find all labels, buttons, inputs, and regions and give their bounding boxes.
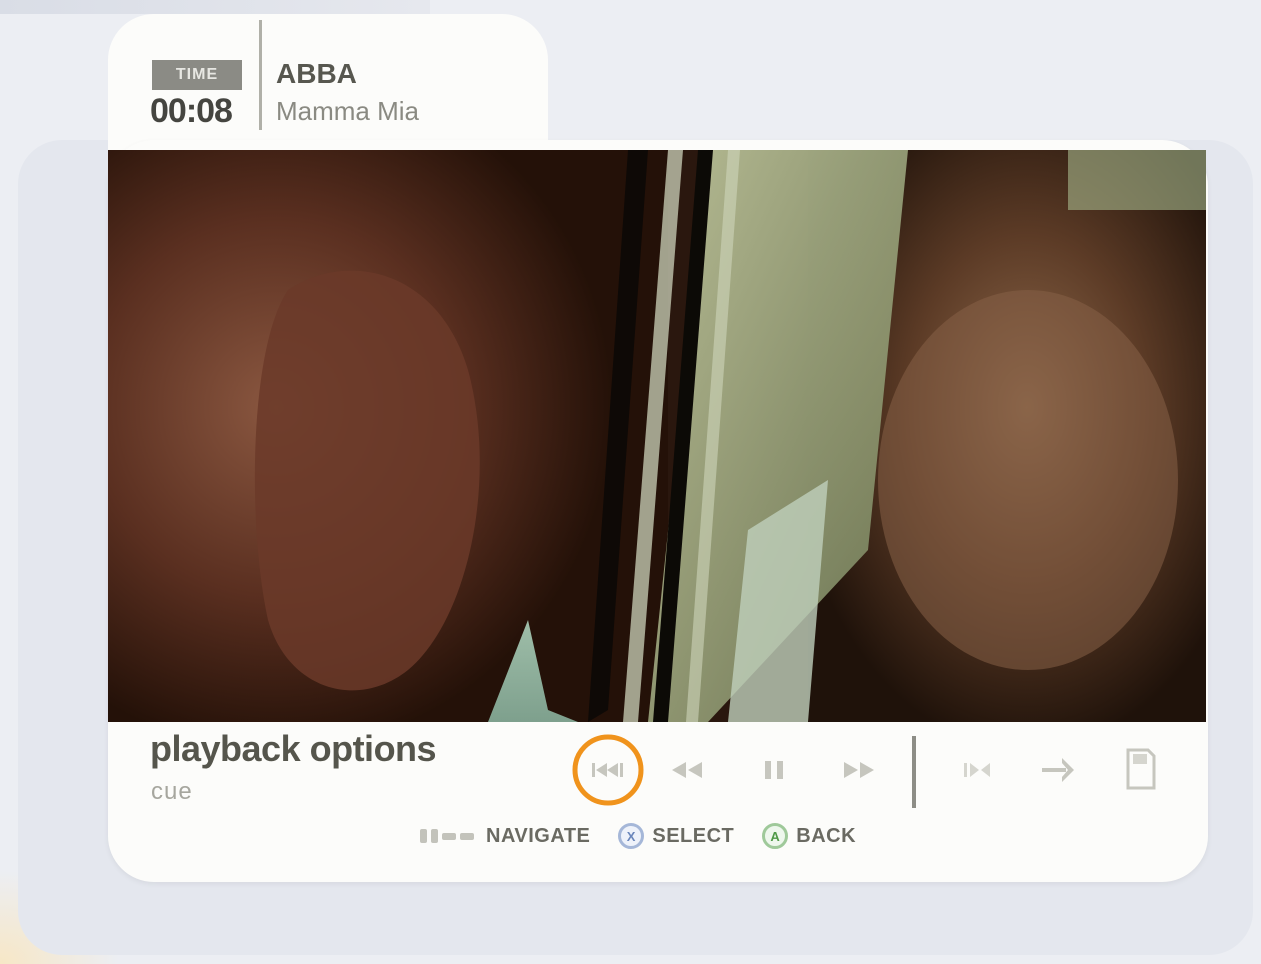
navigate-hint-label: NAVIGATE — [486, 824, 591, 847]
rewind-icon — [672, 762, 702, 778]
button-hints: NAVIGATE X SELECT A BACK — [420, 818, 884, 854]
back-hint: A BACK — [762, 823, 856, 849]
time-badge: TIME — [152, 60, 242, 90]
elapsed-time: 00:08 — [150, 92, 233, 130]
x-button-icon: X — [618, 823, 645, 849]
chapter-icon — [964, 763, 990, 777]
header-divider — [259, 20, 262, 130]
video-still — [108, 150, 1206, 722]
pause-icon — [765, 761, 783, 779]
rewind-button[interactable] — [666, 752, 710, 788]
skip-previous-icon — [572, 734, 644, 806]
save-button[interactable] — [1118, 744, 1162, 796]
background-band — [0, 0, 430, 14]
track-title: Mamma Mia — [276, 96, 420, 126]
back-hint-label: BACK — [796, 824, 857, 847]
skip-back-button[interactable] — [570, 732, 646, 808]
pause-button[interactable] — [752, 752, 796, 788]
chapter-button[interactable] — [956, 752, 1000, 788]
controls-divider — [912, 736, 916, 808]
memory-card-icon — [1126, 748, 1156, 790]
playback-options-title: playback options — [150, 728, 437, 769]
dpad-icon — [420, 829, 478, 843]
playback-mode-label: cue — [151, 778, 193, 805]
select-hint: X SELECT — [618, 823, 734, 849]
artist-name: ABBA — [276, 58, 357, 89]
next-arrow-button[interactable] — [1036, 750, 1080, 790]
video-frame[interactable] — [108, 150, 1206, 722]
a-button-icon: A — [762, 823, 789, 849]
fast-forward-icon — [844, 762, 874, 778]
navigate-hint: NAVIGATE — [420, 825, 590, 848]
arrow-right-icon — [1042, 758, 1074, 782]
fast-forward-button[interactable] — [836, 752, 880, 788]
select-hint-label: SELECT — [652, 824, 735, 847]
